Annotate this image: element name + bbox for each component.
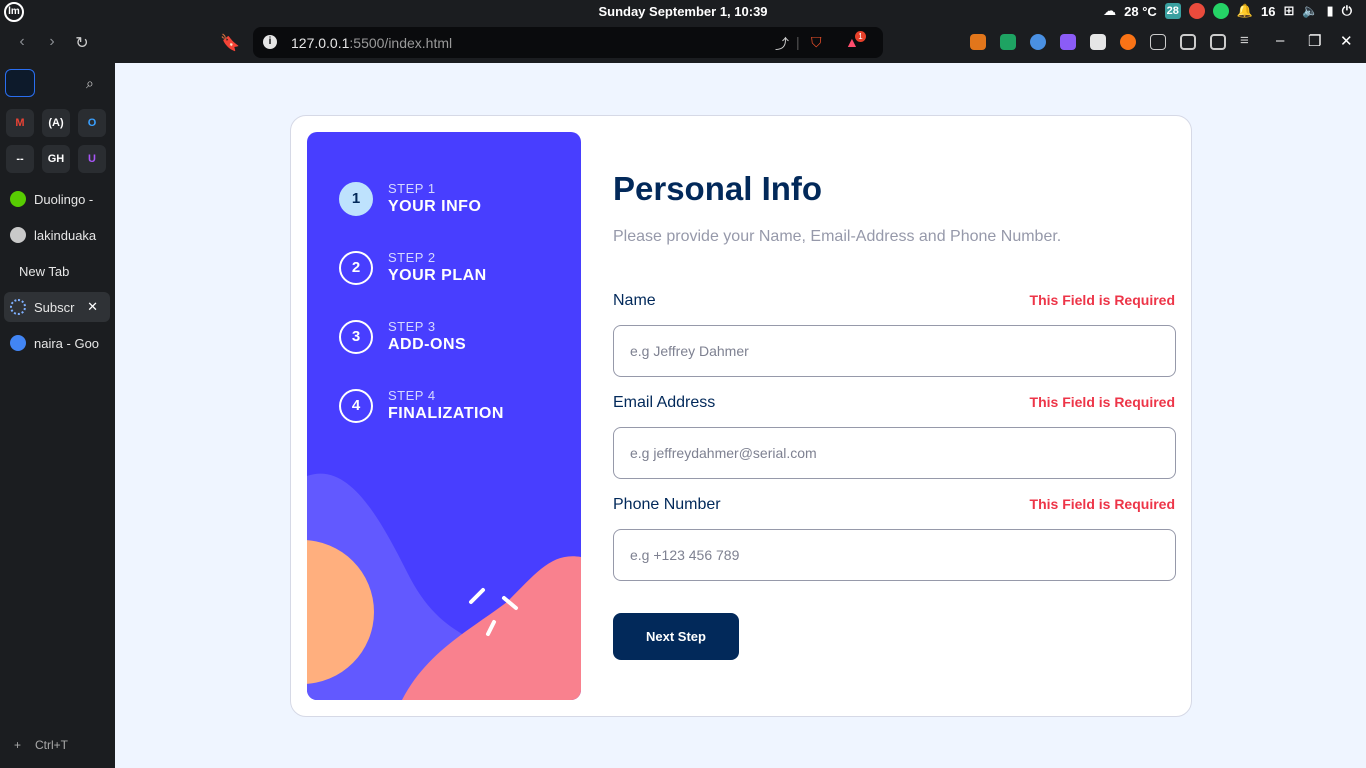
github-icon [10,227,26,243]
step-title: ADD-ONS [388,336,467,353]
pinned-gmail-icon[interactable]: M [6,109,34,137]
tab-label: lakinduaka [34,227,97,243]
forward-icon[interactable]: › [42,33,62,51]
step-title: FINALIZATION [388,405,504,422]
tab-label: Subscr [34,299,75,315]
extension-icon[interactable] [1060,34,1076,50]
name-label: Name [613,292,656,309]
puzzle-icon[interactable] [1150,34,1166,50]
step-title: YOUR INFO [388,198,482,215]
tray-app-icon[interactable] [1188,3,1205,19]
decoration-dash [469,588,485,604]
tab-github-profile[interactable]: lakinduaka [4,220,110,250]
maximize-icon[interactable]: ❐ [1308,32,1321,50]
step-3[interactable]: 3 STEP 3 ADD-ONS [339,319,466,354]
url-host: 127.0.0.1 [291,35,350,51]
search-icon[interactable]: ⌕ [86,75,94,92]
tab-google-search[interactable]: naira - Goo [4,328,110,358]
pinned-tab-icon[interactable]: -- [6,145,34,173]
step-label: STEP 2 [388,250,436,265]
tab-new-tab[interactable]: New Tab [4,256,110,286]
whatsapp-icon[interactable] [1212,3,1229,19]
new-tab-shortcut: Ctrl+T [35,738,69,752]
vertical-tabs-sidebar: ⌕ M (A) O -- GH U Duolingo - lakinduaka … [0,63,115,768]
system-top-bar: lm Sunday September 1, 10:39 ☁ 28 °C 28 … [0,0,1366,24]
close-tab-icon[interactable]: ✕ [87,299,98,315]
back-icon[interactable]: ‹ [12,33,32,51]
site-info-icon[interactable]: i [263,35,277,49]
pinned-github-icon[interactable]: GH [42,145,70,173]
step-2[interactable]: 2 STEP 2 YOUR PLAN [339,250,487,285]
tab-duolingo[interactable]: Duolingo - [4,184,110,214]
page-subtitle: Please provide your Name, Email-Address … [613,228,1062,245]
url-text[interactable]: 127.0.0.1:5500/index.html [291,35,452,51]
browser-toolbar: ‹ › ↻ 🔖 i 127.0.0.1:5500/index.html ⤴ | … [0,24,1366,63]
page-title: Personal Info [613,170,823,207]
menu-icon[interactable]: ≡ [1240,32,1249,49]
steps-sidebar: 1 STEP 1 YOUR INFO 2 STEP 2 YOUR PLAN 3 … [307,132,581,700]
system-tray: ☁ 28 °C 28 🔔 16 ⊞ 🔈 ▮ ⏻ [1103,3,1352,19]
tab-subscription[interactable]: Subscr ✕ [4,292,110,322]
minimize-icon[interactable]: – [1276,32,1284,49]
pinned-tab-icon[interactable]: O [78,109,106,137]
pinned-tab-icon[interactable]: (A) [42,109,70,137]
new-tab-button[interactable]: + Ctrl+T [14,738,68,752]
rewards-badge: 1 [855,31,866,42]
temperature[interactable]: 28 °C [1124,4,1157,19]
step-number: 1 [339,181,373,216]
broadcast-icon [10,299,26,315]
multi-step-form-card: 1 STEP 1 YOUR INFO 2 STEP 2 YOUR PLAN 3 … [290,115,1192,717]
notification-icon[interactable]: 🔔 [1237,3,1253,19]
metamask-icon[interactable] [970,34,986,50]
step-number: 3 [339,319,373,354]
network-icon[interactable]: ⊞ [1283,3,1294,19]
plus-icon: + [14,738,22,752]
email-error: This Field is Required [1029,394,1175,410]
extension-icon[interactable] [1000,34,1016,50]
battery-icon[interactable]: ▮ [1327,3,1334,19]
step-number: 4 [339,388,373,423]
extension-icon[interactable] [1030,34,1046,50]
step-label: STEP 4 [388,388,436,403]
volume-icon[interactable]: 🔈 [1302,3,1318,19]
extension-icon[interactable] [1090,34,1106,50]
pinned-tab-icon[interactable]: U [78,145,106,173]
step-title: YOUR PLAN [388,267,487,284]
tab-label: Duolingo - [34,191,94,207]
tab-label: New Tab [19,263,70,279]
step-label: STEP 3 [388,319,436,334]
duolingo-icon [10,191,26,207]
divider: | [796,34,800,50]
email-label: Email Address [613,394,716,411]
reload-icon[interactable]: ↻ [72,33,92,53]
phone-error: This Field is Required [1029,496,1175,512]
tray-badge-icon[interactable]: 28 [1164,3,1181,19]
weather-icon[interactable]: ☁ [1103,3,1116,19]
address-bar[interactable]: i 127.0.0.1:5500/index.html ⤴ | ⛉ ▲ 1 [253,27,883,58]
extension-icon[interactable] [1120,34,1136,50]
step-1[interactable]: 1 STEP 1 YOUR INFO [339,181,481,216]
sidebar-panel-icon[interactable] [5,69,35,97]
phone-input[interactable] [613,529,1176,581]
phone-label: Phone Number [613,496,721,513]
name-error: This Field is Required [1029,292,1175,308]
step-4[interactable]: 4 STEP 4 FINALIZATION [339,388,504,423]
brave-shields-icon[interactable]: ⛉ [811,34,822,51]
name-input[interactable] [613,325,1176,377]
tab-label: naira - Goo [34,335,100,351]
sidebar-toggle-icon[interactable] [1180,34,1196,50]
wallet-icon[interactable] [1210,34,1226,50]
power-icon[interactable]: ⏻ [1342,3,1352,19]
form-content: Personal Info Please provide your Name, … [613,116,1176,716]
google-icon [10,335,26,351]
next-step-button[interactable]: Next Step [613,613,739,660]
close-window-icon[interactable]: ✕ [1340,32,1353,50]
email-input[interactable] [613,427,1176,479]
step-number: 2 [339,250,373,285]
url-path: :5500/index.html [349,35,453,51]
share-icon[interactable]: ⤴ [775,34,789,54]
notification-count: 16 [1260,3,1276,19]
bookmark-icon[interactable]: 🔖 [220,33,240,53]
step-label: STEP 1 [388,181,436,196]
